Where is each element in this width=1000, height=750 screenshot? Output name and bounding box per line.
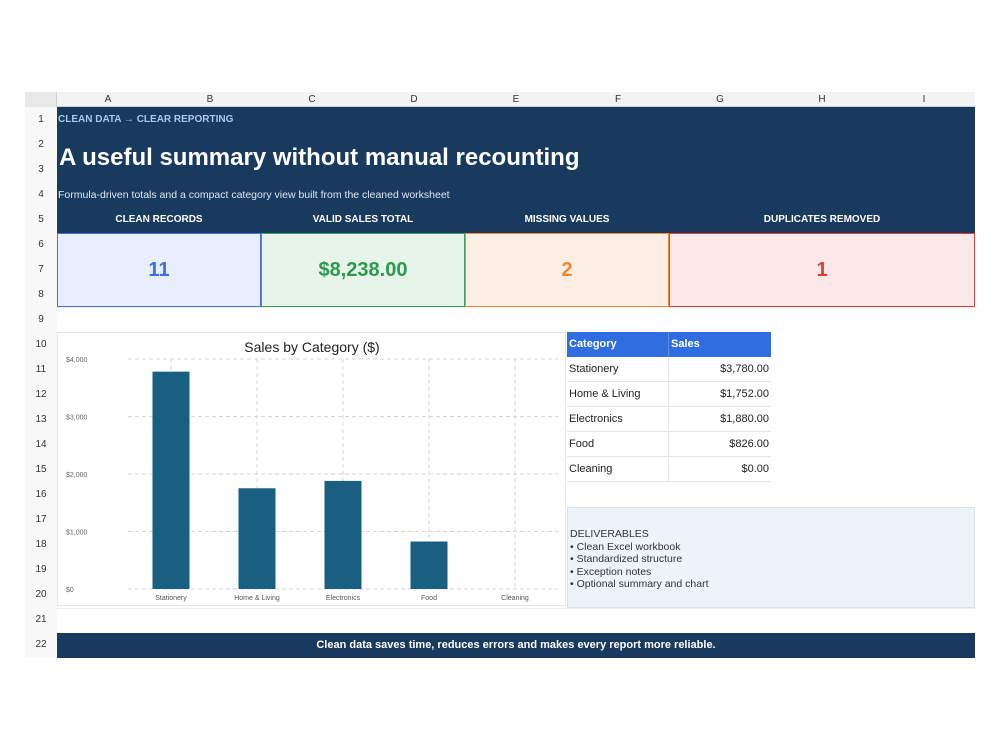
table-cell-category[interactable]: Home & Living [567, 382, 669, 407]
banner-title: A useful summary without manual recounti… [59, 144, 580, 171]
sales-by-category-chart[interactable]: Sales by Category ($) $0 $1,000 $2,000 $3,00… [57, 332, 566, 606]
column-header-a[interactable]: A [57, 92, 159, 107]
column-header-b[interactable]: B [159, 92, 261, 107]
row-header-22[interactable]: 22 [25, 632, 57, 658]
table-cell-category[interactable]: Electronics [567, 407, 669, 432]
table-cell-sales[interactable]: $0.00 [669, 457, 771, 482]
deliverables-item: • Standardized structure [570, 553, 683, 565]
chart-x-tick-label: Home & Living [234, 595, 280, 602]
deliverables-box: DELIVERABLES • Clean Excel workbook • Sta… [567, 507, 975, 608]
chart-x-tick-label: Stationery [155, 595, 187, 602]
column-header-d[interactable]: D [363, 92, 465, 107]
chart-x-tick-label: Food [421, 595, 437, 602]
row-header-14[interactable]: 14 [25, 432, 57, 457]
row-header-7[interactable]: 7 [25, 257, 57, 282]
chart-x-tick-label: Electronics [326, 595, 361, 602]
select-all-corner[interactable] [25, 92, 57, 107]
table-cell-sales[interactable]: $3,780.00 [669, 357, 771, 382]
column-header-f[interactable]: F [567, 92, 669, 107]
kpi-label-valid-sales-total: VALID SALES TOTAL [312, 214, 414, 225]
row-header-3[interactable]: 3 [25, 157, 57, 182]
table-header-category[interactable]: Category [567, 332, 669, 357]
chart-bar [410, 541, 448, 589]
table-cell-sales[interactable]: $1,880.00 [669, 407, 771, 432]
kpi-missing-values-cell[interactable]: 2 [465, 233, 669, 307]
row-header-6[interactable]: 6 [25, 232, 57, 257]
kpi-clean-records-value: 11 [148, 258, 170, 281]
chart-bar [238, 488, 276, 589]
row-header-18[interactable]: 18 [25, 532, 57, 557]
row-header-9[interactable]: 9 [25, 307, 57, 332]
row-header-17[interactable]: 17 [25, 507, 57, 532]
chart-y-tick-label: $0 [66, 587, 74, 594]
deliverables-item: • Optional summary and chart [570, 578, 709, 590]
column-header-bar: ABCDEFGHI [25, 92, 975, 107]
chart-bar [324, 480, 362, 589]
table-cell-sales[interactable]: $1,752.00 [669, 382, 771, 407]
row-header-5[interactable]: 5 [25, 207, 57, 232]
chart-y-tick-label: $4,000 [66, 357, 88, 364]
table-cell-category[interactable]: Cleaning [567, 457, 669, 482]
row-header-4[interactable]: 4 [25, 182, 57, 207]
chart-svg: Sales by Category ($) $0 $1,000 $2,000 $3,00… [66, 339, 558, 602]
kpi-valid-sales-total-cell[interactable]: $8,238.00 [261, 233, 465, 307]
column-header-c[interactable]: C [261, 92, 363, 107]
kpi-duplicates-removed-cell[interactable]: 1 [669, 233, 975, 307]
column-header-g[interactable]: G [669, 92, 771, 107]
chart-y-tick-label: $3,000 [66, 415, 88, 422]
row-header-1[interactable]: 1 [25, 107, 57, 132]
row-divider [57, 608, 975, 609]
table-header-sales[interactable]: Sales [669, 332, 771, 357]
column-header-h[interactable]: H [771, 92, 873, 107]
kpi-duplicates-removed-value: 1 [816, 258, 828, 281]
banner-subtitle: Formula-driven totals and a compact cate… [58, 189, 450, 201]
footer-banner: Clean data saves time, reduces errors an… [57, 633, 975, 658]
row-header-20[interactable]: 20 [25, 582, 57, 607]
chart-y-tick-label: $2,000 [66, 472, 88, 479]
table-cell-sales[interactable]: $826.00 [669, 432, 771, 457]
deliverables-item: • Clean Excel workbook [570, 540, 681, 553]
table-cell-category[interactable]: Food [567, 432, 669, 457]
kpi-valid-sales-total-value: $8,238.00 [318, 258, 408, 281]
chart-x-tick-label: Cleaning [501, 595, 529, 602]
row-header-8[interactable]: 8 [25, 282, 57, 307]
kpi-label-clean-records: CLEAN RECORDS [115, 214, 203, 225]
row-header-11[interactable]: 11 [25, 357, 57, 382]
row-header-15[interactable]: 15 [25, 457, 57, 482]
kpi-missing-values-value: 2 [561, 258, 573, 281]
row-header-19[interactable]: 19 [25, 557, 57, 582]
table-cell-category[interactable]: Stationery [567, 357, 669, 382]
row-header-10[interactable]: 10 [25, 332, 57, 357]
deliverables-title: DELIVERABLES [570, 528, 649, 540]
row-header-16[interactable]: 16 [25, 482, 57, 507]
banner-kicker: CLEAN DATA → CLEAR REPORTING [58, 114, 234, 125]
deliverables-item: • Exception notes [570, 565, 652, 578]
row-header-12[interactable]: 12 [25, 382, 57, 407]
kpi-clean-records-cell[interactable]: 11 [57, 233, 261, 307]
chart-title: Sales by Category ($) [244, 339, 379, 355]
kpi-label-missing-values: MISSING VALUES [524, 214, 610, 225]
spreadsheet: ABCDEFGHI 1 2 3 4 5 6 7 8 9 10 11 12 13 14 15 16 17 18 19 2… [25, 92, 975, 658]
column-header-e[interactable]: E [465, 92, 567, 107]
row-header-21[interactable]: 21 [25, 607, 57, 632]
row-header-13[interactable]: 13 [25, 407, 57, 432]
chart-y-tick-label: $1,000 [66, 530, 88, 537]
chart-bar [152, 371, 190, 589]
column-header-i[interactable]: I [873, 92, 975, 107]
kpi-label-duplicates-removed: DUPLICATES REMOVED [763, 214, 881, 225]
row-divider [57, 307, 975, 308]
row-header-2[interactable]: 2 [25, 132, 57, 157]
